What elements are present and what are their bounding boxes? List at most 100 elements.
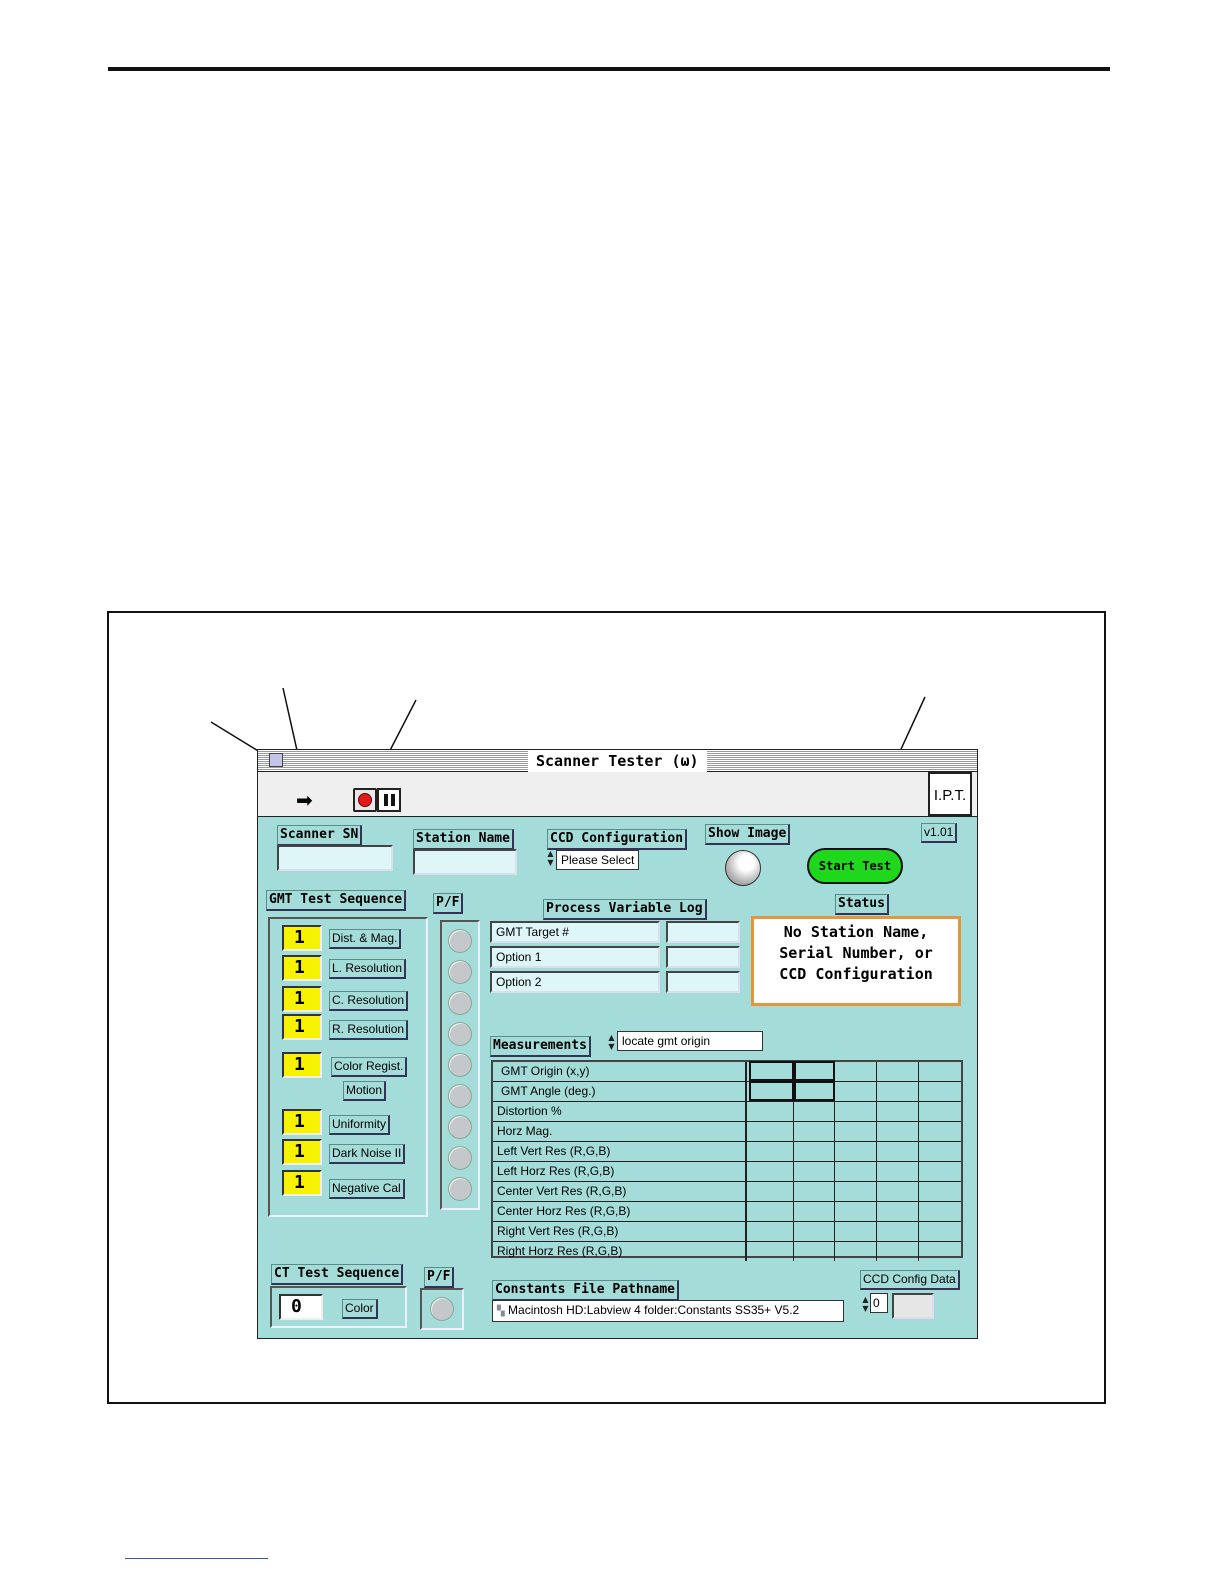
table-cell[interactable] — [877, 1182, 919, 1201]
pv-name-text: Option 1 — [496, 950, 542, 964]
table-cell[interactable] — [877, 1082, 919, 1101]
measurements-spinner-icon[interactable]: ▲ ▼ — [607, 1033, 616, 1051]
table-cell[interactable] — [835, 1202, 877, 1221]
gmt-item-l-resolution[interactable]: L. Resolution — [329, 959, 407, 979]
constants-path-field[interactable]: ▚ Macintosh HD:Labview 4 folder:Constant… — [492, 1300, 844, 1322]
gmt-count-dist-mag[interactable]: 1 — [282, 925, 322, 951]
file-icon: ▚ — [497, 1306, 505, 1317]
measurement-name: Right Vert Res (R,G,B) — [495, 1222, 747, 1241]
gmt-count-r-resolution[interactable]: 1 — [282, 1014, 322, 1040]
pf-indicator — [448, 1177, 472, 1201]
table-cell[interactable] — [794, 1162, 835, 1181]
pf-indicator — [448, 960, 472, 984]
table-cell[interactable] — [877, 1202, 919, 1221]
gmt-count-dark-noise[interactable]: 1 — [282, 1139, 322, 1165]
table-cell[interactable] — [794, 1242, 835, 1261]
table-cell[interactable] — [794, 1061, 835, 1081]
pf-indicator — [448, 991, 472, 1015]
gmt-item-negative-cal[interactable]: Negative Cal — [329, 1179, 405, 1199]
table-cell[interactable] — [835, 1162, 877, 1181]
run-arrow-icon[interactable]: ➡ — [296, 790, 313, 810]
ccd-config-data-cluster[interactable] — [892, 1293, 934, 1319]
gmt-item-motion[interactable]: Motion — [343, 1081, 387, 1101]
table-cell[interactable] — [835, 1142, 877, 1161]
show-image-knob[interactable] — [725, 850, 761, 886]
table-cell[interactable] — [794, 1081, 835, 1101]
table-cell[interactable] — [749, 1081, 794, 1101]
table-cell[interactable] — [835, 1122, 877, 1141]
table-cell[interactable] — [749, 1162, 794, 1181]
gmt-item-color-regist[interactable]: Color Regist. — [331, 1057, 408, 1077]
table-cell[interactable] — [794, 1122, 835, 1141]
table-cell[interactable] — [877, 1122, 919, 1141]
measurement-name: GMT Angle (deg.) — [495, 1082, 747, 1101]
pv-name-field[interactable]: GMT Target # — [490, 921, 660, 943]
table-cell[interactable] — [749, 1102, 794, 1121]
gmt-item-dark-noise[interactable]: Dark Noise II — [329, 1144, 406, 1164]
ct-pf-panel — [420, 1288, 464, 1330]
pv-value-field[interactable] — [666, 946, 740, 968]
gmt-count-c-resolution[interactable]: 1 — [282, 986, 322, 1012]
table-cell[interactable] — [749, 1242, 794, 1261]
table-row: Right Vert Res (R,G,B) — [493, 1222, 961, 1242]
gmt-count-l-resolution[interactable]: 1 — [282, 955, 322, 981]
pf-indicator — [448, 1053, 472, 1077]
gmt-count-uniformity[interactable]: 1 — [282, 1109, 322, 1135]
table-cell[interactable] — [835, 1062, 877, 1081]
table-cell[interactable] — [794, 1142, 835, 1161]
table-cell[interactable] — [794, 1222, 835, 1241]
start-test-button[interactable]: Start Test — [807, 848, 903, 884]
ccd-configuration-select[interactable]: Please Select — [556, 850, 640, 870]
measurements-select[interactable]: locate gmt origin — [617, 1031, 763, 1051]
ct-pf-label: P/F — [424, 1267, 455, 1288]
table-cell[interactable] — [794, 1102, 835, 1121]
gmt-count-color-regist[interactable]: 1 — [282, 1052, 322, 1078]
stop-button[interactable] — [353, 788, 377, 812]
ccd-config-spinner-icon[interactable]: ▲ ▼ — [546, 849, 555, 867]
table-cell[interactable] — [877, 1062, 919, 1081]
table-cell[interactable] — [835, 1182, 877, 1201]
ct-item-color[interactable]: Color — [342, 1299, 378, 1319]
table-cell[interactable] — [794, 1182, 835, 1201]
ccd-config-data-index[interactable]: 0 — [870, 1293, 888, 1313]
ccd-config-data-spinner-icon[interactable]: ▲ ▼ — [861, 1295, 870, 1313]
pf-indicator — [448, 929, 472, 953]
version-label: v1.01 — [921, 823, 958, 843]
gmt-item-dist-mag[interactable]: Dist. & Mag. — [329, 929, 402, 949]
table-cell[interactable] — [749, 1122, 794, 1141]
table-cell[interactable] — [877, 1142, 919, 1161]
gmt-item-r-resolution[interactable]: R. Resolution — [329, 1020, 409, 1040]
status-message-box: No Station Name, Serial Number, or CCD C… — [751, 916, 961, 1006]
pv-name-field[interactable]: Option 2 — [490, 971, 660, 993]
table-cell[interactable] — [749, 1061, 794, 1081]
process-variable-log-label: Process Variable Log — [543, 899, 707, 920]
table-cell[interactable] — [877, 1242, 919, 1261]
close-box-icon[interactable] — [269, 753, 283, 767]
scanner-sn-input[interactable] — [277, 845, 393, 871]
table-row: Left Vert Res (R,G,B) — [493, 1142, 961, 1162]
table-cell[interactable] — [835, 1242, 877, 1261]
station-name-input[interactable] — [413, 849, 517, 875]
table-cell[interactable] — [877, 1222, 919, 1241]
table-cell[interactable] — [749, 1202, 794, 1221]
table-cell[interactable] — [749, 1182, 794, 1201]
window-title: Scanner Tester (ω) — [528, 750, 707, 772]
gmt-item-uniformity[interactable]: Uniformity — [329, 1115, 391, 1135]
table-cell[interactable] — [877, 1162, 919, 1181]
ct-count-color[interactable]: 0 — [279, 1294, 323, 1320]
table-cell[interactable] — [794, 1202, 835, 1221]
pause-button[interactable] — [377, 788, 401, 812]
table-cell[interactable] — [835, 1082, 877, 1101]
measurement-name: Center Vert Res (R,G,B) — [495, 1182, 747, 1201]
pv-value-field[interactable] — [666, 971, 740, 993]
table-cell[interactable] — [835, 1222, 877, 1241]
table-cell[interactable] — [835, 1102, 877, 1121]
gmt-count-negative-cal[interactable]: 1 — [282, 1170, 322, 1196]
gmt-item-c-resolution[interactable]: C. Resolution — [329, 991, 409, 1011]
title-bar[interactable]: Scanner Tester (ω) — [258, 750, 977, 772]
pv-value-field[interactable] — [666, 921, 740, 943]
table-cell[interactable] — [749, 1142, 794, 1161]
table-cell[interactable] — [749, 1222, 794, 1241]
table-cell[interactable] — [877, 1102, 919, 1121]
pv-name-field[interactable]: Option 1 — [490, 946, 660, 968]
